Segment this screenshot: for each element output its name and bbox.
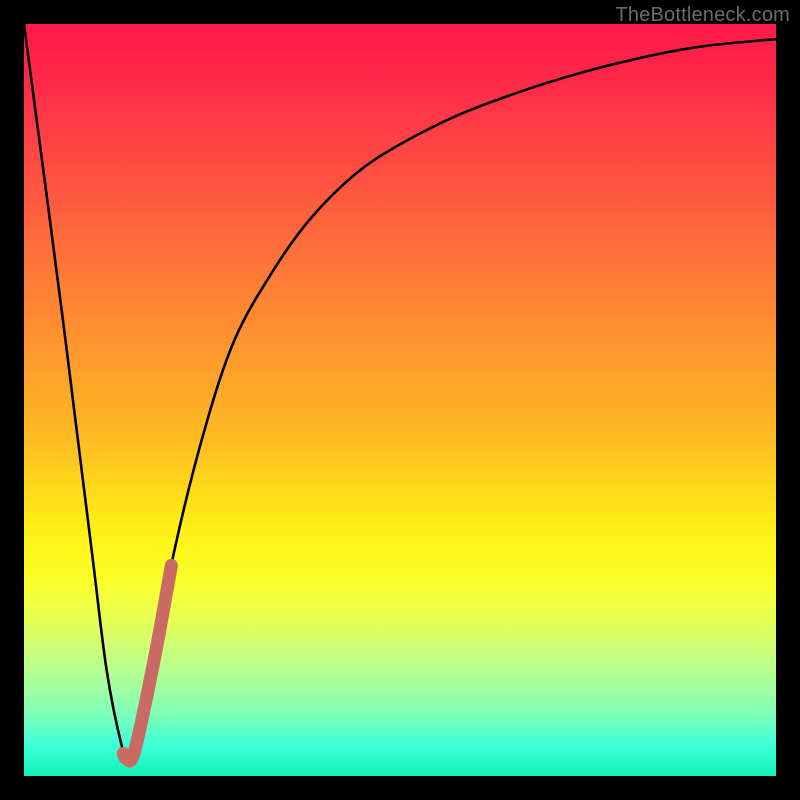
watermark-text: TheBottleneck.com bbox=[615, 4, 790, 27]
chart-frame: TheBottleneck.com bbox=[0, 0, 800, 800]
highlight-segment bbox=[123, 565, 171, 761]
plot-area bbox=[24, 24, 776, 776]
bottleneck-curve bbox=[24, 24, 776, 761]
curves-layer bbox=[24, 24, 776, 776]
